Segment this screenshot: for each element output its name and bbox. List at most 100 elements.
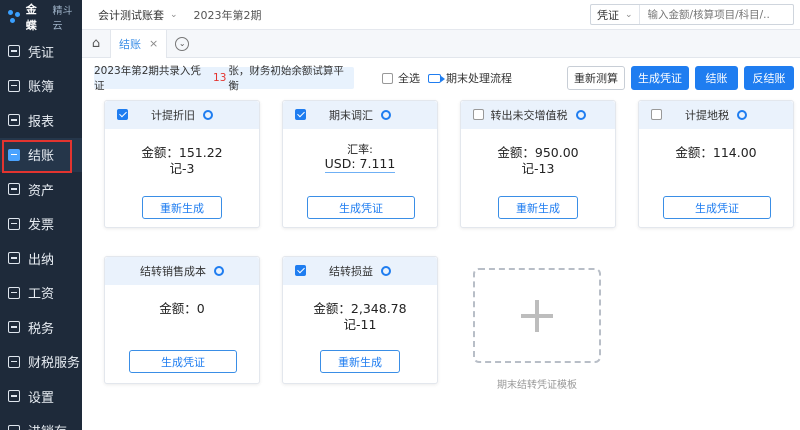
- card-amount: 金额：2,348.78: [313, 301, 407, 316]
- regenerate-button[interactable]: 重新生成: [142, 196, 222, 219]
- chevron-down-icon: ⌄: [625, 9, 633, 20]
- card-title: 结转损益: [329, 265, 373, 278]
- add-template-label: 期末结转凭证模板: [497, 380, 577, 391]
- select-all-checkbox[interactable]: 全选: [382, 70, 420, 86]
- chevron-down-circle-icon[interactable]: ⌄: [175, 36, 190, 51]
- sidebar-item-asset[interactable]: 资产: [0, 172, 82, 207]
- tab-closing[interactable]: 结账 ×: [110, 29, 168, 58]
- generate-voucher-button[interactable]: 生成凭证: [307, 196, 415, 219]
- closing-card-depreciation: 计提折旧 金额：151.22 记-3 重新生成: [104, 100, 260, 228]
- search-type-label: 凭证: [597, 8, 619, 22]
- search-input[interactable]: [639, 8, 770, 21]
- card-body: 金额：2,348.78 记-11: [283, 285, 437, 333]
- closing-card-local-tax: 计提地税 金额：114.00 生成凭证: [638, 100, 794, 228]
- checkbox[interactable]: [382, 72, 393, 84]
- report-icon: [8, 114, 20, 127]
- gear-icon[interactable]: [737, 110, 747, 120]
- closing-icon: [8, 148, 20, 161]
- regenerate-button[interactable]: 重新生成: [498, 196, 578, 219]
- search-box: 凭证 ⌄: [590, 4, 794, 25]
- chevron-down-icon: ⌄: [170, 9, 178, 20]
- sidebar-item-cashier[interactable]: 出纳: [0, 241, 82, 276]
- sidebar-item-ledger[interactable]: 账簿: [0, 69, 82, 104]
- card-amount: 金额：151.22: [141, 145, 223, 160]
- close-period-button[interactable]: 结账: [695, 66, 738, 90]
- generate-voucher-button[interactable]: 生成凭证: [631, 66, 689, 90]
- generate-voucher-button[interactable]: 生成凭证: [663, 196, 771, 219]
- card-body: 金额：114.00: [639, 129, 793, 161]
- cashier-icon: [8, 252, 20, 265]
- card-checkbox[interactable]: [117, 109, 128, 120]
- sidebar-item-label: 税务: [28, 321, 55, 337]
- rate-label: 汇率:: [347, 143, 373, 156]
- logo: 金蝶 精斗云: [0, 0, 82, 34]
- card-header: 结转损益: [283, 257, 437, 285]
- card-voucher-no: 记-3: [169, 161, 195, 176]
- sidebar-item-report[interactable]: 报表: [0, 103, 82, 138]
- flow-label: 期末处理流程: [446, 72, 512, 85]
- sidebar-item-label: 财税服务: [28, 356, 81, 372]
- generate-voucher-button[interactable]: 生成凭证: [129, 350, 237, 373]
- card-title: 期末调汇: [329, 109, 373, 122]
- sidebar-item-label: 进销存: [28, 421, 67, 430]
- notice-prefix: 2023年第2期共录入凭证: [94, 65, 201, 92]
- sidebar-item-voucher[interactable]: 凭证: [0, 34, 82, 69]
- sidebar-item-label: 设置: [28, 390, 55, 406]
- card-amount: 金额：0: [159, 301, 205, 316]
- card-voucher-no: 记-11: [343, 317, 377, 332]
- home-icon[interactable]: ⌂: [82, 30, 110, 58]
- account-book-selector[interactable]: 会计测试账套 ⌄: [82, 7, 178, 23]
- sidebar-item-inventory[interactable]: 进销存: [0, 414, 82, 430]
- closing-notice: 2023年第2期共录入凭证 13 张，财务初始余额试算平衡: [94, 65, 354, 92]
- card-checkbox[interactable]: [651, 109, 662, 120]
- card-header: 结转销售成本: [105, 257, 259, 285]
- card-checkbox[interactable]: [473, 109, 484, 120]
- card-body: 金额：0: [105, 285, 259, 317]
- card-title: 转出未交增值税: [490, 109, 568, 122]
- logo-subtext: 精斗云: [52, 6, 73, 32]
- card-body: 金额：950.00 记-13: [461, 129, 615, 177]
- search-type-select[interactable]: 凭证 ⌄: [591, 5, 640, 24]
- sidebar-item-closing[interactable]: 结账: [0, 137, 82, 172]
- reverse-close-button[interactable]: 反结账: [744, 66, 794, 90]
- period-end-flow-link[interactable]: 期末处理流程: [428, 70, 512, 86]
- gear-icon[interactable]: [575, 110, 586, 120]
- voucher-icon: [8, 45, 20, 58]
- card-amount: 金额：950.00: [497, 145, 579, 160]
- card-body: 金额：151.22 记-3: [105, 129, 259, 177]
- recalculate-button[interactable]: 重新测算: [567, 66, 625, 90]
- card-header: 计提折旧: [105, 101, 259, 129]
- asset-icon: [8, 183, 20, 196]
- tab-bar: ⌂ 结账 × ⌄: [82, 29, 800, 58]
- sidebar-item-settings[interactable]: 设置: [0, 379, 82, 414]
- card-checkbox[interactable]: [295, 265, 306, 276]
- gear-icon[interactable]: [214, 266, 224, 276]
- closing-card-profit-loss: 结转损益 金额：2,348.78 记-11 重新生成: [282, 256, 438, 384]
- add-template-card[interactable]: [473, 268, 601, 363]
- closing-panel: 2023年第2期共录入凭证 13 张，财务初始余额试算平衡 全选 期末处理流程 …: [82, 58, 800, 430]
- regenerate-button[interactable]: 重新生成: [320, 350, 400, 373]
- tax-icon: [8, 321, 20, 334]
- sidebar-item-tax[interactable]: 税务: [0, 310, 82, 345]
- settings-icon: [8, 390, 20, 403]
- gear-icon[interactable]: [203, 110, 213, 120]
- current-period: 2023年第2期: [193, 8, 262, 22]
- close-icon[interactable]: ×: [149, 37, 158, 50]
- sidebar-item-salary[interactable]: 工资: [0, 276, 82, 311]
- notice-suffix: 张，财务初始余额试算平衡: [228, 65, 344, 92]
- exchange-rate-value[interactable]: USD: 7.111: [324, 156, 396, 173]
- gear-icon[interactable]: [381, 266, 391, 276]
- sidebar-item-invoice[interactable]: 发票: [0, 207, 82, 242]
- sidebar-item-label: 资产: [28, 183, 55, 199]
- sidebar-item-service[interactable]: 财税服务: [0, 345, 82, 380]
- card-title: 结转销售成本: [140, 265, 206, 278]
- notice-count: 13: [213, 72, 227, 84]
- card-checkbox[interactable]: [295, 109, 306, 120]
- sidebar-item-label: 工资: [28, 287, 55, 303]
- inventory-icon: [8, 424, 20, 430]
- sidebar-item-label: 账簿: [28, 80, 55, 96]
- select-all-label: 全选: [398, 72, 420, 85]
- gear-icon[interactable]: [381, 110, 391, 120]
- card-title: 计提地税: [685, 109, 729, 122]
- closing-card-vat-transfer: 转出未交增值税 金额：950.00 记-13 重新生成: [460, 100, 616, 228]
